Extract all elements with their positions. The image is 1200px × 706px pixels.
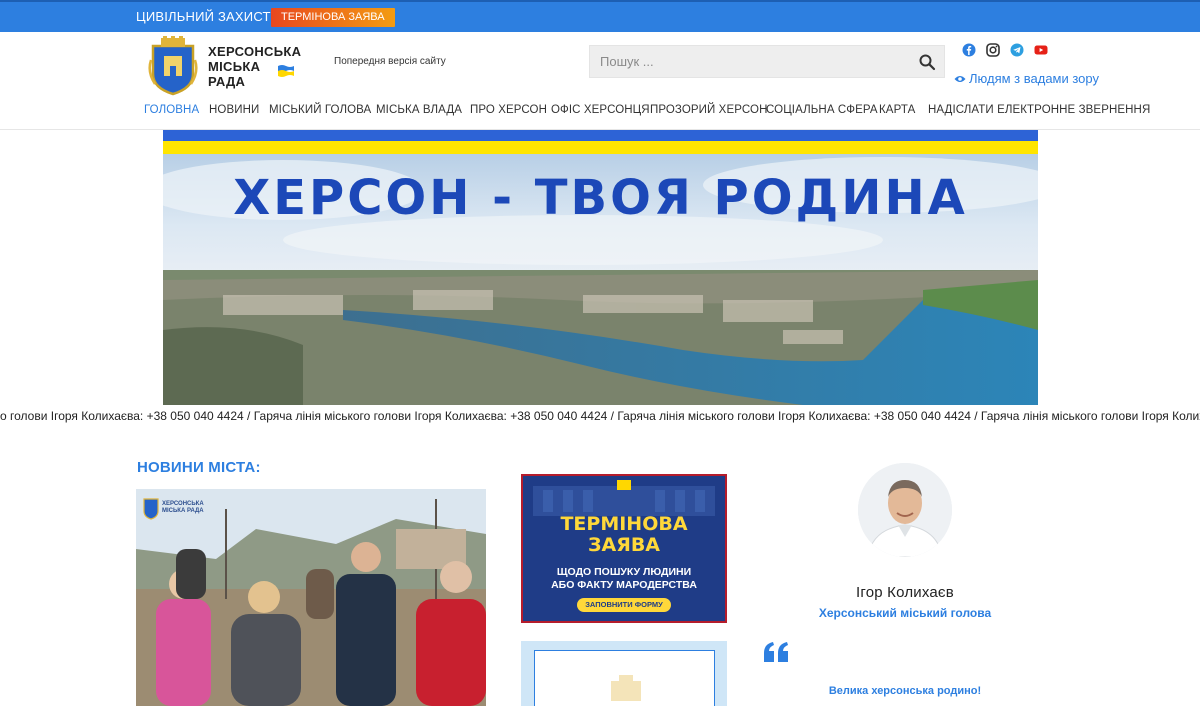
mayor-name: Ігор Колихаєв — [856, 584, 954, 601]
banner-headline: ХЕРСОН - ТВОЯ РОДИНА — [233, 170, 968, 226]
nav-item-social-sphere[interactable]: СОЦІАЛЬНА СФЕРА — [766, 104, 878, 116]
news-image — [136, 489, 486, 706]
watermark-line: МІСЬКА РАДА — [162, 508, 204, 514]
promo-title-line: ТЕРМІНОВА — [560, 513, 688, 535]
top-bar: ЦИВІЛЬНИЙ ЗАХИСТ ТЕРМІНОВА ЗАЯВА — [0, 0, 1200, 32]
previous-version-link[interactable]: Попередня версія сайту — [334, 56, 446, 67]
urgent-statement-promo[interactable]: ТЕРМІНОВА ЗАЯВА ЩОДО ПОШУКУ ЛЮДИНИ АБО Ф… — [521, 474, 727, 623]
mayor-greeting: Велика херсонська родино! — [828, 685, 982, 697]
nav-item-mayor[interactable]: МІСЬКИЙ ГОЛОВА — [269, 104, 371, 116]
promo-title-line: ЗАЯВА — [587, 534, 661, 556]
search-input[interactable] — [590, 46, 910, 77]
news-section-title: НОВИНИ МІСТА: — [137, 459, 261, 476]
city-coat-of-arms-logo[interactable] — [147, 36, 199, 96]
mayor-portrait — [858, 463, 952, 557]
hotline-ticker: о голови Ігоря Колихаєва: +38 050 040 44… — [0, 409, 1200, 423]
nav-item-map[interactable]: КАРТА — [879, 104, 915, 116]
accessibility-link-label: Людям з вадами зору — [969, 71, 1099, 86]
promo-title: ТЕРМІНОВА ЗАЯВА — [523, 514, 725, 556]
nav-item-citizen-office[interactable]: ОФІС ХЕРСОНЦЯ — [551, 104, 650, 116]
promo-subtitle: ЩОДО ПОШУКУ ЛЮДИНИ АБО ФАКТУ МАРОДЕРСТВА — [523, 566, 725, 592]
watermark-line: ХЕРСОНСЬКА — [162, 501, 204, 507]
secondary-promo[interactable] — [521, 641, 727, 706]
secondary-promo-frame — [534, 650, 715, 706]
nav-item-city-government[interactable]: МІСЬКА ВЛАДА — [376, 104, 462, 116]
promo-subtitle-line: ЩОДО ПОШУКУ ЛЮДИНИ — [556, 566, 692, 578]
photo-watermark-text: ХЕРСОНСЬКА МІСЬКА РАДА — [162, 501, 204, 515]
civil-defense-link[interactable]: ЦИВІЛЬНИЙ ЗАХИСТ — [136, 9, 271, 24]
urgent-statement-button[interactable]: ТЕРМІНОВА ЗАЯВА — [271, 8, 395, 27]
ukraine-flag-icon — [278, 65, 294, 77]
nav-item-transparent-kherson[interactable]: ПРОЗОРИЙ ХЕРСОН — [650, 104, 767, 116]
instagram-icon[interactable] — [986, 43, 1000, 57]
nav-item-news[interactable]: НОВИНИ — [209, 104, 259, 116]
quote-icon — [764, 642, 788, 662]
search-icon[interactable] — [918, 53, 936, 71]
eye-icon — [954, 76, 966, 82]
promo-fill-form-button[interactable]: ЗАПОВНИТИ ФОРМУ — [577, 598, 671, 612]
search-box — [589, 45, 945, 78]
site-title-line: ХЕРСОНСЬКА — [208, 44, 302, 59]
mayor-avatar[interactable] — [858, 463, 952, 557]
main-navigation: ГОЛОВНА НОВИНИ МІСЬКИЙ ГОЛОВА МІСЬКА ВЛА… — [0, 104, 1200, 120]
nav-item-about-kherson[interactable]: ПРО ХЕРСОН — [470, 104, 547, 116]
accessibility-link[interactable]: Людям з вадами зору — [954, 71, 1099, 86]
youtube-icon[interactable] — [1034, 43, 1048, 57]
coat-of-arms-faded-icon — [611, 675, 641, 701]
news-photo[interactable]: ХЕРСОНСЬКА МІСЬКА РАДА — [136, 489, 486, 706]
watermark-logo-icon — [143, 498, 159, 520]
nav-item-send-appeal[interactable]: НАДІСЛАТИ ЕЛЕКТРОННЕ ЗВЕРНЕННЯ — [928, 104, 1150, 116]
hero-banner[interactable]: ХЕРСОН - ТВОЯ РОДИНА — [163, 130, 1038, 405]
mayor-role: Херсонський міський голова — [818, 606, 992, 620]
telegram-icon[interactable] — [1010, 43, 1024, 57]
promo-subtitle-line: АБО ФАКТУ МАРОДЕРСТВА — [551, 579, 697, 591]
facebook-icon[interactable] — [962, 43, 976, 57]
nav-item-home[interactable]: ГОЛОВНА — [144, 104, 199, 116]
